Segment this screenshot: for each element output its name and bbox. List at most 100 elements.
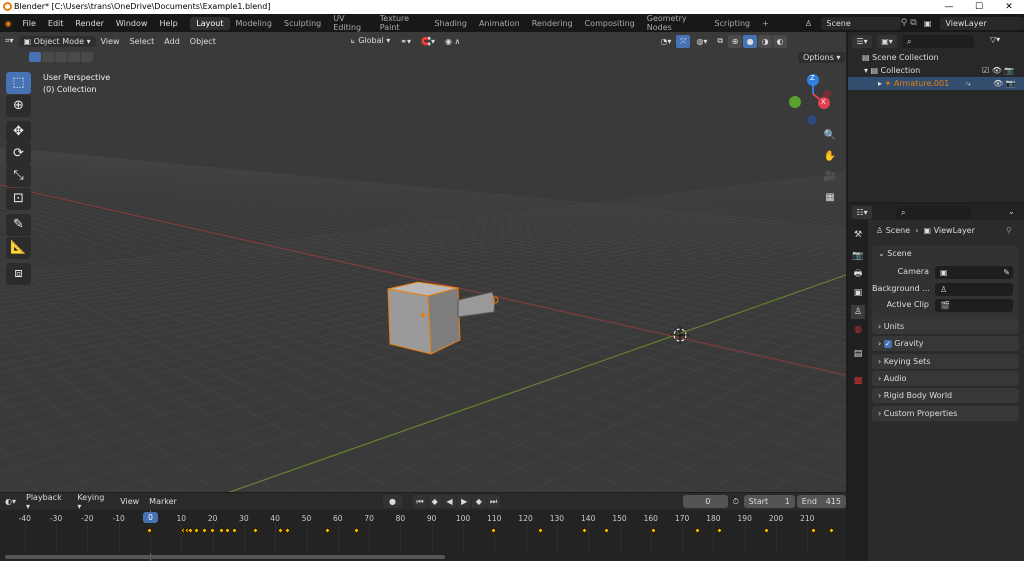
tab-shading[interactable]: Shading xyxy=(428,17,473,30)
cursor-tool[interactable]: ⊕ xyxy=(6,95,31,117)
collection-checkbox-eye-camera-icons[interactable]: ☑ 👁 📷 xyxy=(982,64,1014,77)
tab-modeling[interactable]: Modeling xyxy=(230,17,278,30)
blender-menu-icon[interactable]: ◉ xyxy=(0,19,17,28)
filter-view-icon[interactable]: ▣▾ xyxy=(877,35,897,48)
record-button[interactable]: ● xyxy=(382,495,403,508)
output-tab-icon[interactable]: 🖶 xyxy=(851,267,865,281)
select-box-tool[interactable]: ⬚ xyxy=(6,72,31,94)
overlay-icon[interactable]: ◍▾ xyxy=(691,36,712,47)
scene-collection-row[interactable]: ▤ Scene Collection xyxy=(848,51,1024,64)
scene-selector[interactable]: Scene xyxy=(821,16,901,30)
tab-scripting[interactable]: Scripting xyxy=(709,17,757,30)
3d-viewport[interactable] xyxy=(0,32,846,492)
tab-layout[interactable]: Layout xyxy=(190,16,230,30)
perspective-grid-icon[interactable]: ▦ xyxy=(821,189,839,207)
background-field[interactable]: ♙ xyxy=(935,283,1013,296)
orientation-selector[interactable]: ⟀ Global ▾ xyxy=(346,35,395,47)
scale-tool[interactable]: ⤡ xyxy=(6,165,31,187)
minimize-button[interactable]: — xyxy=(934,0,964,14)
current-frame-field[interactable]: 0 xyxy=(682,495,728,508)
armature-row[interactable]: ▸ ✶ Armature.001 ⤷ 👁 📷 xyxy=(848,77,1024,90)
select-invert-icon[interactable] xyxy=(68,52,80,62)
menu-add[interactable]: Add xyxy=(159,36,185,47)
texture-tab-icon[interactable]: ▩ xyxy=(851,374,865,388)
world-tab-icon[interactable]: ◍ xyxy=(851,323,865,337)
menu-object[interactable]: Object xyxy=(185,36,221,47)
rendered-shading-icon[interactable]: ◐ xyxy=(773,34,788,48)
menu-help[interactable]: Help xyxy=(153,19,183,28)
close-button[interactable]: ✕ xyxy=(994,0,1024,14)
stopwatch-icon[interactable]: ⏱ xyxy=(728,497,744,507)
end-frame-field[interactable]: End 415 xyxy=(796,495,846,508)
timeline-scrollbar[interactable] xyxy=(5,555,445,559)
proportional-edit-icon[interactable]: ◉ ∧ xyxy=(440,36,465,47)
tab-sculpting[interactable]: Sculpting xyxy=(278,17,327,30)
gravity-panel[interactable]: › ✓ Gravity xyxy=(872,336,1019,351)
keying-menu[interactable]: Keying ▾ xyxy=(72,492,115,512)
menu-view[interactable]: View xyxy=(96,36,125,47)
add-cube-tool[interactable]: ⧈ xyxy=(6,263,31,285)
jump-end-button[interactable]: ⏭ xyxy=(486,495,501,508)
snap-icon[interactable]: 🧲▾ xyxy=(416,36,440,47)
material-shading-icon[interactable]: ◑ xyxy=(758,34,773,48)
render-tab-icon[interactable]: 📷 xyxy=(851,249,865,263)
editor-type-icon[interactable]: ☷▾ xyxy=(852,206,872,219)
units-panel[interactable]: › Units xyxy=(872,319,1019,334)
scene-tab-icon[interactable]: ♙ xyxy=(851,305,865,319)
active-clip-field[interactable]: 🎬 xyxy=(935,299,1013,312)
outliner-search-input[interactable]: ⌕ xyxy=(902,35,974,48)
pin-icon[interactable]: ⚲ ⧉ xyxy=(901,18,924,28)
tab-animation[interactable]: Animation xyxy=(473,17,526,30)
pivot-icon[interactable]: ⚭▾ xyxy=(395,36,416,47)
mode-selector[interactable]: ▣ Object Mode ▾ xyxy=(18,35,96,47)
options-dropdown[interactable]: Options ▾ xyxy=(798,52,846,63)
custom-properties-panel[interactable]: › Custom Properties xyxy=(872,406,1019,421)
armature-eye-camera-icons[interactable]: 👁 📷 xyxy=(993,77,1016,90)
tool-tab-icon[interactable]: ⚒ xyxy=(851,228,865,242)
viewlayer-selector[interactable]: ViewLayer xyxy=(940,16,1024,30)
gizmo-toggle-icon[interactable]: ⤧ xyxy=(676,34,691,48)
move-tool[interactable]: ✥ xyxy=(6,121,31,143)
scene-panel-header[interactable]: ⌄ Scene xyxy=(872,246,1019,261)
filter-icon[interactable]: ▽▾ xyxy=(990,35,1000,48)
playback-menu[interactable]: Playback ▾ xyxy=(21,492,72,512)
menu-window[interactable]: Window xyxy=(110,19,154,28)
collection-row[interactable]: ▾ ▤ Collection ☑ 👁 📷 xyxy=(848,64,1024,77)
audio-panel[interactable]: › Audio xyxy=(872,371,1019,386)
editor-type-icon[interactable]: ⌗▾ xyxy=(0,35,19,47)
select-intersect-icon[interactable] xyxy=(81,52,93,62)
menu-select[interactable]: Select xyxy=(125,36,160,47)
keying-sets-panel[interactable]: › Keying Sets xyxy=(872,354,1019,369)
annotate-tool[interactable]: ✎ xyxy=(6,214,31,236)
next-keyframe-button[interactable]: ◆ xyxy=(472,495,486,508)
collection-tab-icon[interactable]: ▤ xyxy=(851,347,865,361)
tab-texture-paint[interactable]: Texture Paint xyxy=(374,12,429,34)
select-new-icon[interactable] xyxy=(29,52,41,62)
maximize-button[interactable]: ☐ xyxy=(964,0,994,14)
play-reverse-button[interactable]: ◀ xyxy=(442,495,457,508)
xray-icon[interactable]: ⧉ xyxy=(712,35,728,47)
tab-uv-editing[interactable]: UV Editing xyxy=(327,12,374,34)
marker-menu[interactable]: Marker xyxy=(144,496,182,507)
view-menu[interactable]: View xyxy=(115,496,144,507)
rotate-tool[interactable]: ⟳ xyxy=(6,143,31,165)
rigid-body-world-panel[interactable]: › Rigid Body World xyxy=(872,388,1019,403)
play-button[interactable]: ▶ xyxy=(457,495,471,508)
tab-compositing[interactable]: Compositing xyxy=(579,17,641,30)
display-mode-icon[interactable]: ☰▾ xyxy=(852,35,872,48)
select-subtract-icon[interactable] xyxy=(55,52,67,62)
add-workspace-button[interactable]: + xyxy=(756,17,775,30)
navigation-gizmo[interactable]: Z X xyxy=(783,70,843,130)
pin-icon[interactable]: ⚲ xyxy=(1006,226,1012,235)
options-chevron-icon[interactable]: ⌄ xyxy=(1008,207,1015,216)
menu-file[interactable]: File xyxy=(17,19,42,28)
wireframe-shading-icon[interactable]: ⊕ xyxy=(728,34,743,48)
select-extend-icon[interactable] xyxy=(42,52,54,62)
pan-hand-icon[interactable]: ✋ xyxy=(821,148,839,166)
zoom-icon[interactable]: 🔍 xyxy=(821,127,839,145)
tab-rendering[interactable]: Rendering xyxy=(526,17,579,30)
solid-shading-icon[interactable]: ● xyxy=(743,34,758,48)
timeline-editor-icon[interactable]: ◐▾ xyxy=(0,496,21,507)
menu-edit[interactable]: Edit xyxy=(42,19,70,28)
menu-render[interactable]: Render xyxy=(69,19,109,28)
